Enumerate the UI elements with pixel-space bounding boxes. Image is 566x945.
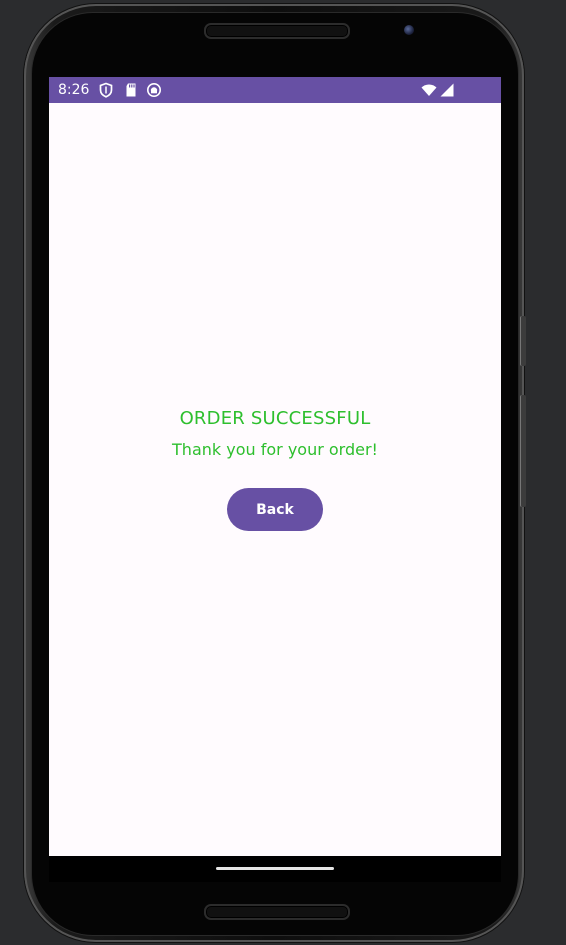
status-bar: 8:26 [49,77,501,103]
earpiece-speaker [204,23,350,39]
front-camera [404,25,414,35]
navigation-bar [49,856,501,882]
power-button[interactable] [520,316,526,366]
bottom-speaker [204,904,350,920]
sd-card-icon [126,83,136,97]
status-time: 8:26 [58,82,90,98]
volume-buttons[interactable] [520,395,526,507]
order-confirmation-content: ORDER SUCCESSFUL Thank you for your orde… [49,103,501,856]
back-button[interactable]: Back [227,488,323,531]
cellular-signal-icon [440,83,454,97]
wifi-icon [421,84,437,96]
app-screen: 8:26 ORDER SUCCESSFUL Thank you for your… [49,77,501,856]
app-notification-icon [147,83,161,97]
home-gesture-indicator[interactable] [216,867,334,870]
order-status-title: ORDER SUCCESSFUL [179,408,371,429]
shield-icon [99,82,113,98]
thank-you-message: Thank you for your order! [172,440,378,459]
